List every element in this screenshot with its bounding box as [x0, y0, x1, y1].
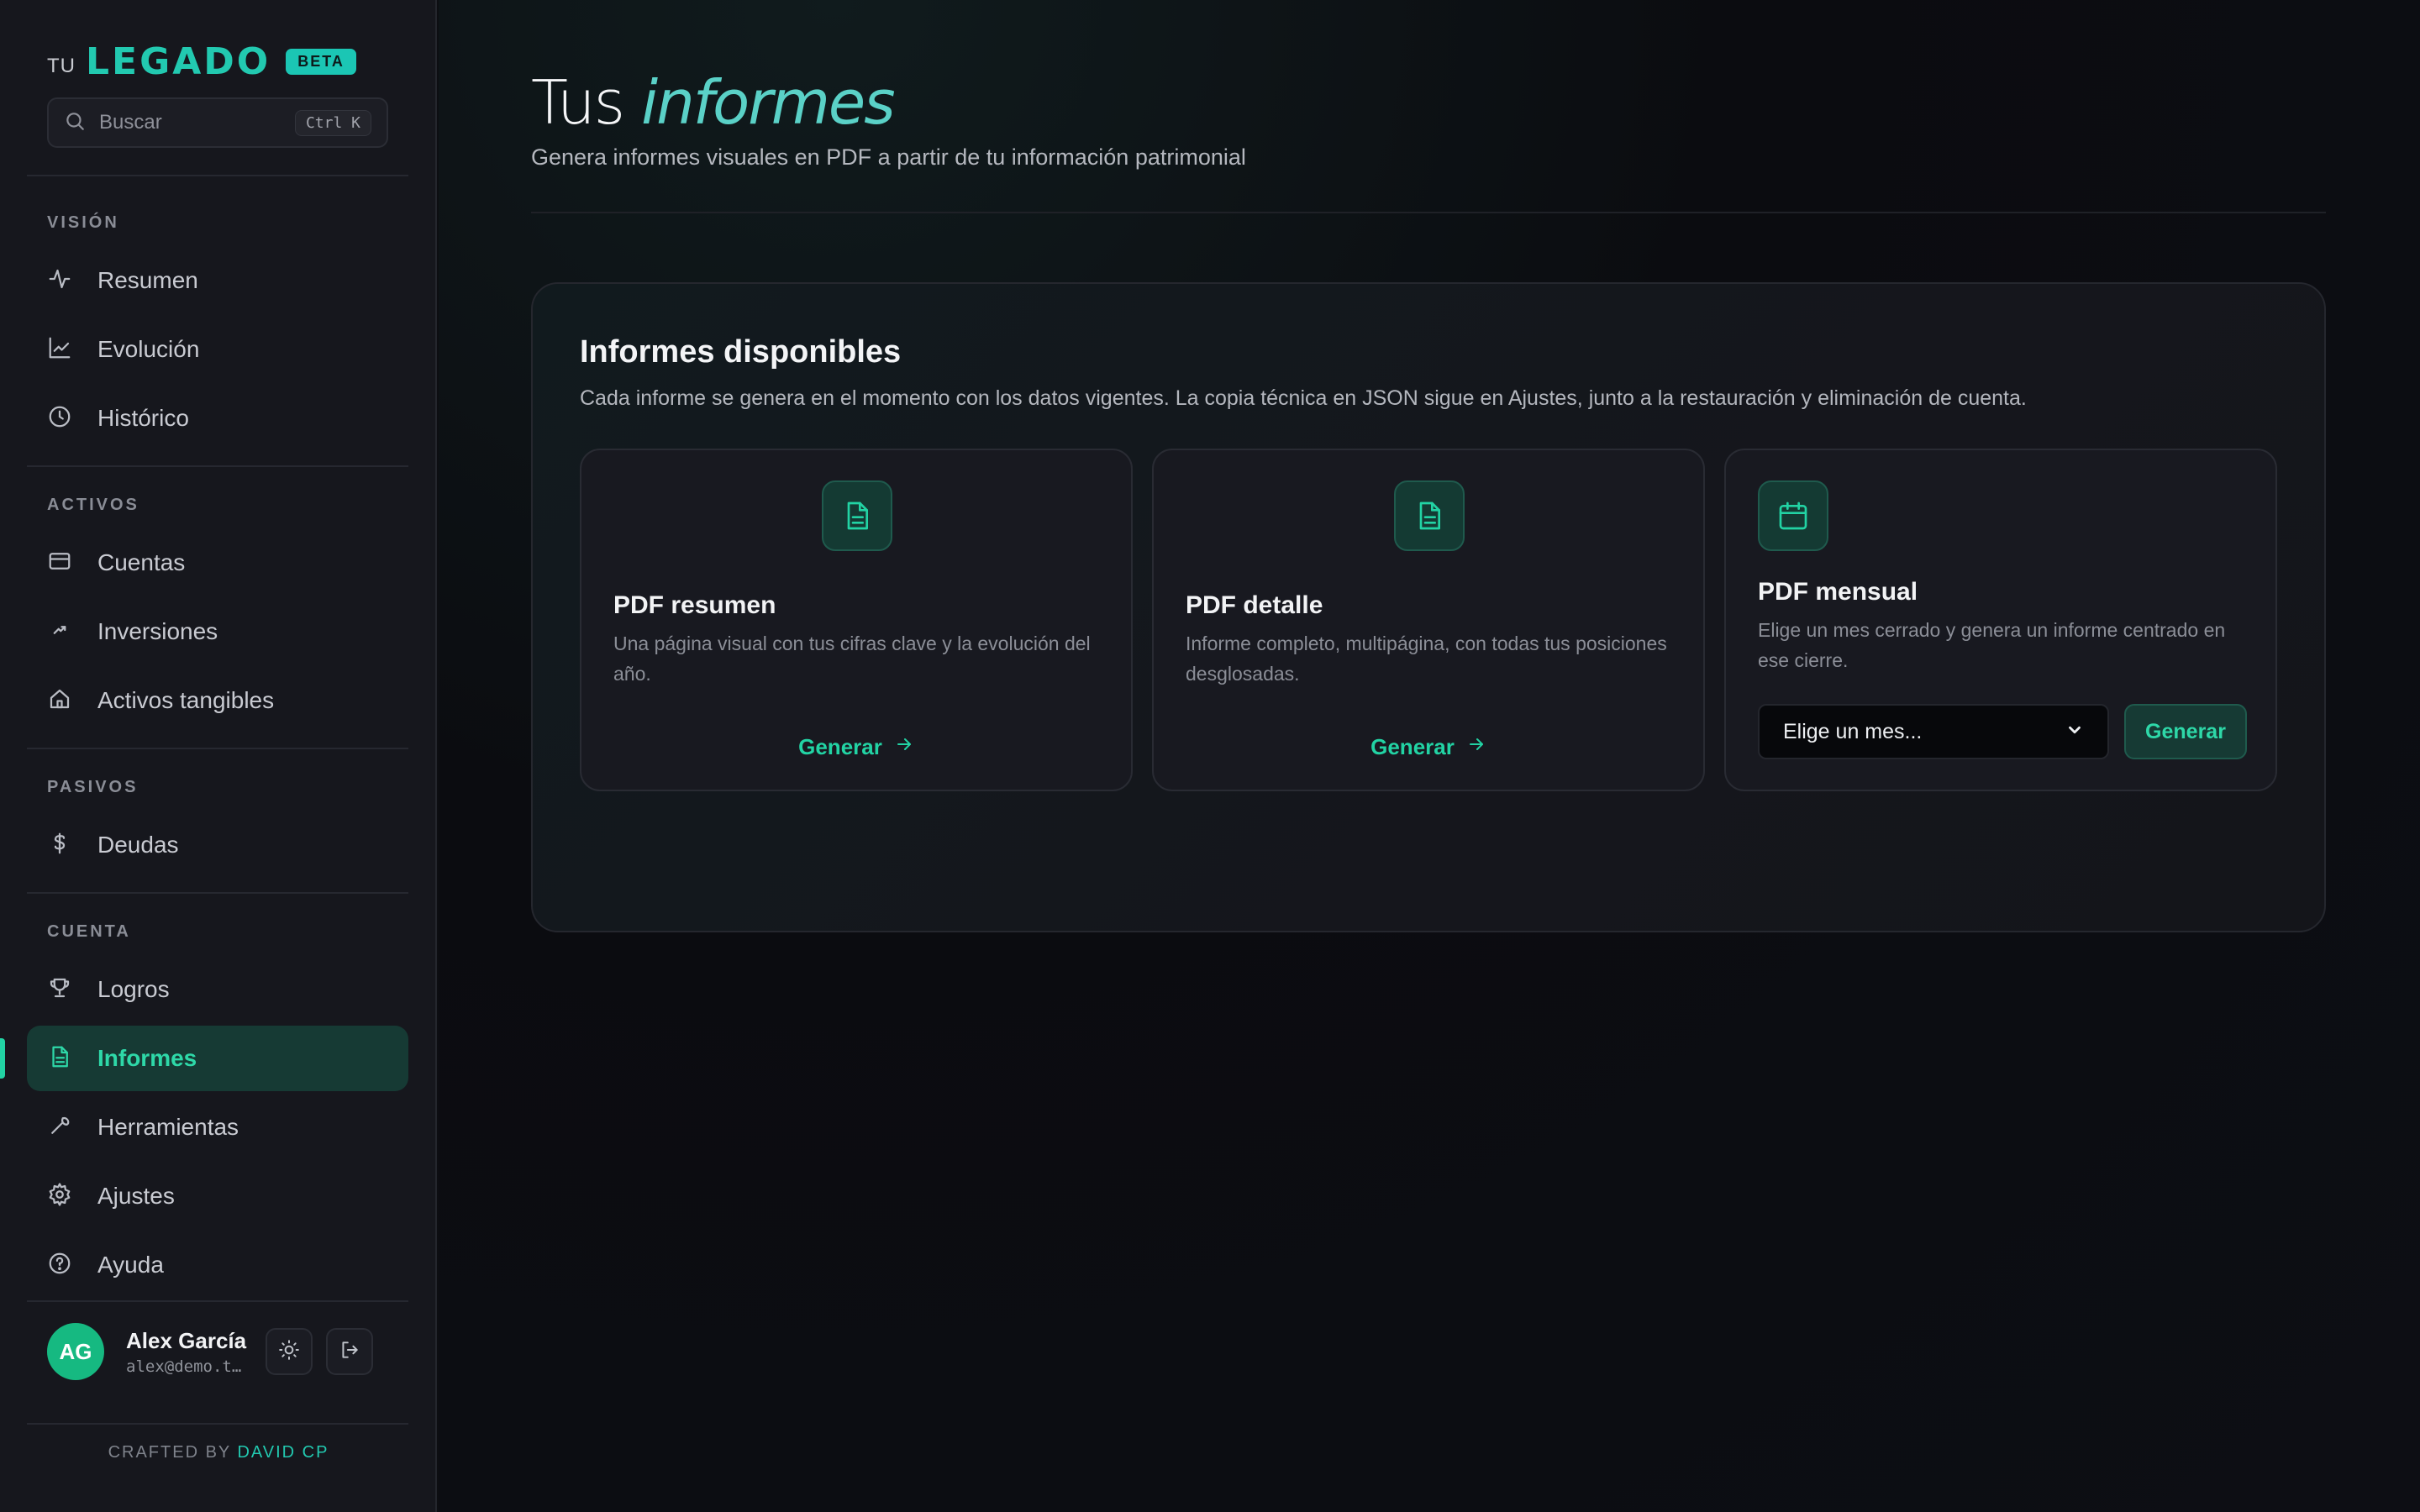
sun-icon: [278, 1339, 300, 1365]
main-content: Tus informes Genera informes visuales en…: [439, 0, 2420, 1512]
report-card-resumen: PDF resumen Una página visual con tus ci…: [580, 449, 1133, 791]
search-icon: [64, 110, 86, 136]
sidebar-item-label: Ayuda: [97, 1252, 164, 1278]
beta-badge: BETA: [286, 48, 356, 75]
sidebar-item-label: Informes: [97, 1045, 197, 1071]
file-text-icon: [1394, 480, 1465, 551]
panel-description: Cada informe se genera en el momento con…: [580, 386, 2027, 410]
trending-up-icon: [47, 617, 72, 647]
home-icon: [47, 686, 72, 716]
sidebar-item-label: Evolución: [97, 336, 200, 362]
file-text-icon: [822, 480, 892, 551]
page-title-plain: Tus: [531, 67, 625, 138]
card-description: Informe completo, multipágina, con todas…: [1186, 633, 1667, 685]
card-description: Elige un mes cerrado y genera un informe…: [1758, 619, 2226, 671]
sidebar-item-informes[interactable]: Informes: [27, 1026, 408, 1091]
sidebar-item-historico[interactable]: Histórico: [27, 386, 408, 451]
arrow-right-icon: [882, 734, 914, 760]
card-title: PDF resumen: [613, 591, 776, 619]
brand-logo[interactable]: TU LEGADO BETA: [47, 39, 356, 83]
sidebar-item-herramientas[interactable]: Herramientas: [27, 1095, 408, 1160]
page-title-accent: informes: [641, 67, 896, 138]
logout-icon: [339, 1339, 360, 1365]
credit-card-icon: [47, 549, 72, 578]
avatar[interactable]: AG: [47, 1323, 104, 1380]
user-profile: AG Alex García alex@demo.t…: [47, 1322, 392, 1381]
section-label-cuenta: CUENTA: [47, 922, 131, 941]
sidebar-item-label: Cuentas: [97, 549, 186, 575]
theme-toggle-button[interactable]: [266, 1328, 313, 1375]
section-label-activos: ACTIVOS: [47, 496, 139, 514]
search-placeholder: Buscar: [99, 111, 162, 134]
generate-mensual-button[interactable]: Generar: [2124, 704, 2247, 759]
sidebar-item-deudas[interactable]: Deudas: [27, 812, 408, 878]
calendar-icon: [1758, 480, 1828, 551]
active-indicator: [0, 1038, 5, 1079]
sidebar-item-ayuda[interactable]: Ayuda: [27, 1232, 408, 1298]
header-divider: [531, 212, 2326, 213]
generate-resumen-button[interactable]: Generar: [581, 734, 1131, 760]
sidebar-item-label: Logros: [97, 976, 170, 1002]
sidebar-item-label: Deudas: [97, 832, 179, 858]
section-label-vision: VISIÓN: [47, 213, 119, 232]
sidebar-divider: [27, 892, 408, 894]
sidebar: TU LEGADO BETA Buscar Ctrl K VISIÓN Resu…: [0, 0, 437, 1512]
sidebar-divider: [27, 1423, 408, 1425]
sidebar-item-label: Activos tangibles: [97, 687, 275, 713]
reports-panel: Informes disponibles Cada informe se gen…: [531, 282, 2326, 932]
sidebar-item-evolucion[interactable]: Evolución: [27, 317, 408, 382]
sidebar-item-label: Histórico: [97, 405, 189, 431]
sidebar-item-label: Inversiones: [97, 618, 218, 644]
line-chart-icon: [47, 335, 72, 365]
crafted-by: CRAFTED BY DAVID CP: [0, 1443, 437, 1462]
dollar-icon: [47, 831, 72, 860]
search-shortcut: Ctrl K: [294, 109, 371, 136]
sidebar-divider: [27, 748, 408, 749]
sidebar-item-label: Resumen: [97, 267, 198, 293]
card-title: PDF mensual: [1758, 578, 1918, 606]
sidebar-item-ajustes[interactable]: Ajustes: [27, 1163, 408, 1229]
sidebar-item-resumen[interactable]: Resumen: [27, 248, 408, 313]
brand-name: LEGADO: [86, 39, 271, 83]
sidebar-item-label: Herramientas: [97, 1114, 239, 1140]
wrench-icon: [47, 1113, 72, 1142]
chevron-down-icon: [2065, 721, 2084, 743]
help-circle-icon: [47, 1251, 72, 1280]
card-description: Una página visual con tus cifras clave y…: [613, 633, 1091, 685]
generate-detalle-button[interactable]: Generar: [1154, 734, 1703, 760]
gear-icon: [47, 1182, 72, 1211]
month-select-value: Elige un mes...: [1783, 719, 1923, 743]
activity-icon: [47, 266, 72, 296]
sidebar-item-inversiones[interactable]: Inversiones: [27, 599, 408, 664]
sidebar-item-activos-tangibles[interactable]: Activos tangibles: [27, 668, 408, 733]
clock-icon: [47, 404, 72, 433]
logout-button[interactable]: [326, 1328, 373, 1375]
brand-prefix: TU: [47, 55, 76, 77]
generate-label: Generar: [1370, 734, 1455, 759]
search-input[interactable]: Buscar Ctrl K: [47, 97, 388, 148]
generate-label: Generar: [798, 734, 882, 759]
sidebar-item-label: Ajustes: [97, 1183, 175, 1209]
page-subtitle: Genera informes visuales en PDF a partir…: [531, 144, 1246, 170]
sidebar-divider: [27, 1300, 408, 1302]
panel-title: Informes disponibles: [580, 334, 902, 370]
sidebar-divider: [27, 175, 408, 176]
report-card-detalle: PDF detalle Informe completo, multipágin…: [1152, 449, 1705, 791]
report-card-mensual: PDF mensual Elige un mes cerrado y gener…: [1724, 449, 2277, 791]
file-text-icon: [47, 1044, 72, 1074]
page-title: Tus informes: [531, 67, 896, 138]
sidebar-divider: [27, 465, 408, 467]
crafted-author-link[interactable]: DAVID CP: [237, 1443, 329, 1462]
user-email: alex@demo.t…: [126, 1357, 242, 1376]
sidebar-item-cuentas[interactable]: Cuentas: [27, 530, 408, 596]
trophy-icon: [47, 975, 72, 1005]
section-label-pasivos: PASIVOS: [47, 778, 139, 796]
month-select[interactable]: Elige un mes...: [1758, 704, 2109, 759]
user-info: Alex García alex@demo.t…: [126, 1328, 252, 1376]
crafted-prefix: CRAFTED BY: [108, 1443, 231, 1462]
sidebar-item-logros[interactable]: Logros: [27, 957, 408, 1022]
user-name: Alex García: [126, 1327, 247, 1353]
arrow-right-icon: [1455, 734, 1486, 760]
card-title: PDF detalle: [1186, 591, 1323, 619]
